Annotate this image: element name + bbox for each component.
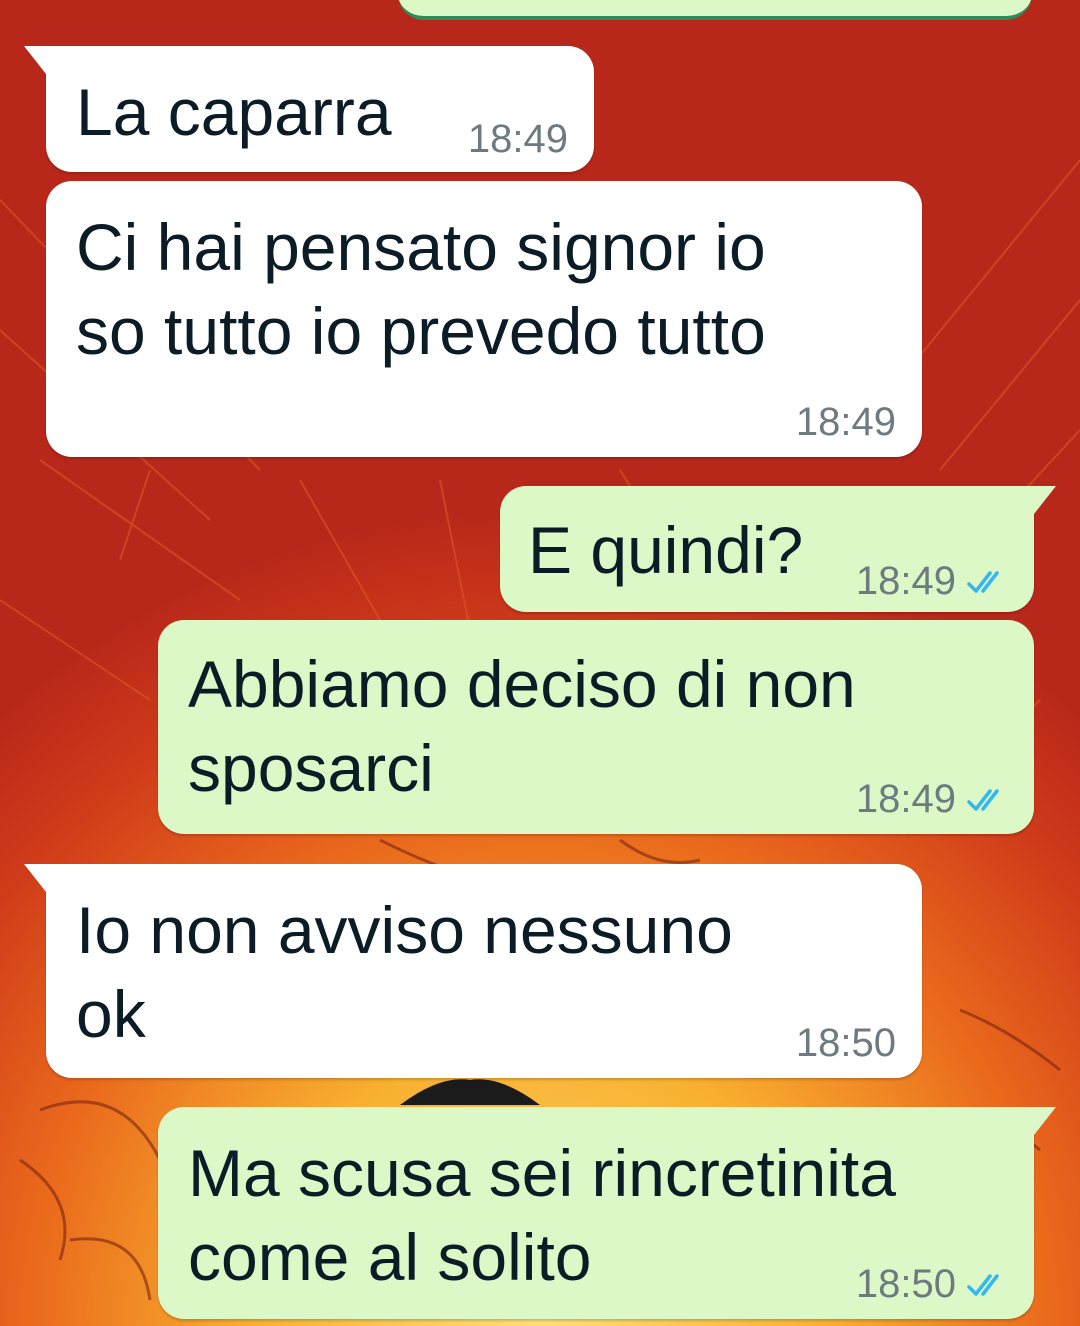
- double-check-icon: [967, 571, 999, 593]
- bubble-tail: [1034, 1107, 1056, 1135]
- chat-area[interactable]: La caparra 18:49 Ci hai pensato signor i…: [0, 0, 1080, 1326]
- message-text: Io non avviso nessuno ok: [76, 893, 733, 1051]
- message-bubble-incoming[interactable]: La caparra 18:49: [24, 46, 594, 172]
- bubble-tail: [24, 46, 46, 74]
- message-bubble-incoming[interactable]: Io non avviso nessuno ok 18:50: [24, 864, 922, 1078]
- bubble-tail: [24, 864, 46, 892]
- previous-message-edge: [398, 0, 1032, 20]
- message-text: Abbiamo deciso di non sposarci: [188, 647, 856, 805]
- message-meta: 18:49: [856, 776, 1010, 822]
- message-time: 18:49: [855, 777, 956, 821]
- message-time: 18:50: [795, 1021, 896, 1065]
- message-time: 18:49: [855, 559, 956, 603]
- message-meta: 18:50: [796, 1020, 896, 1066]
- message-bubble-outgoing[interactable]: Abbiamo deciso di non sposarci 18:49: [158, 620, 1034, 834]
- message-text: Ci hai pensato signor io so tutto io pre…: [76, 210, 766, 368]
- message-bubble-outgoing[interactable]: Ma scusa sei rincretinita come al solito…: [158, 1107, 1056, 1319]
- message-bubble-incoming[interactable]: Ci hai pensato signor io so tutto io pre…: [46, 181, 922, 457]
- message-meta: 18:50: [856, 1261, 1010, 1307]
- message-time: 18:50: [855, 1262, 956, 1306]
- bubble-tail: [1034, 486, 1056, 514]
- message-text: Ma scusa sei rincretinita come al solito: [188, 1136, 896, 1294]
- message-bubble-outgoing[interactable]: E quindi? 18:49: [500, 486, 1056, 612]
- double-check-icon: [967, 789, 999, 811]
- message-time: 18:49: [795, 400, 896, 444]
- double-check-icon: [967, 1274, 999, 1296]
- message-meta: 18:49: [468, 116, 568, 162]
- message-text: La caparra: [76, 75, 392, 149]
- message-meta: 18:49: [856, 558, 1010, 604]
- message-time: 18:49: [467, 117, 568, 161]
- message-text: E quindi?: [528, 513, 804, 587]
- message-meta: 18:49: [796, 399, 896, 445]
